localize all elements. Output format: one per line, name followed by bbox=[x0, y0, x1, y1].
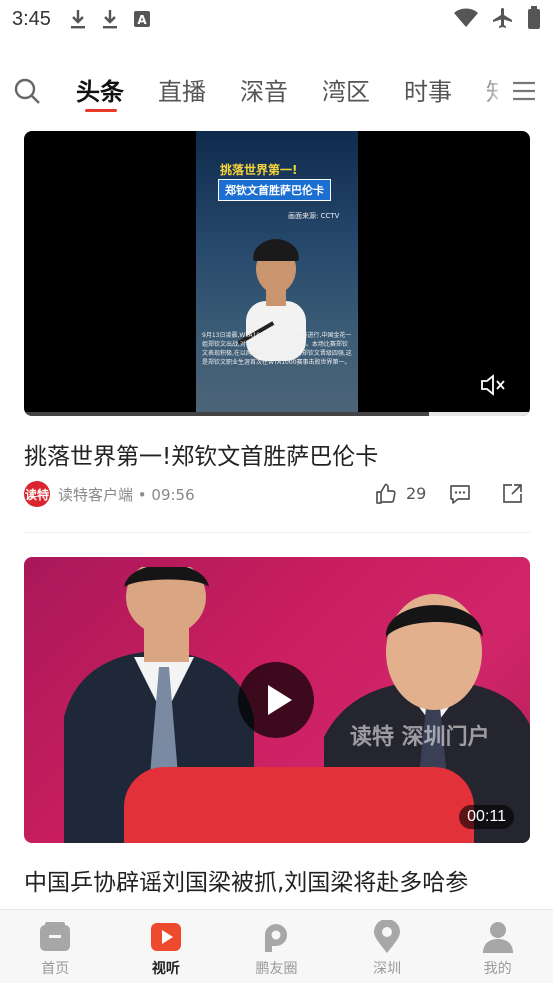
battery-icon bbox=[528, 6, 540, 29]
nav-home[interactable]: 首页 bbox=[0, 910, 111, 983]
overlay-title: 挑落世界第一! bbox=[220, 163, 298, 177]
nav-video[interactable]: 视听 bbox=[111, 910, 222, 983]
video-frame: 挑落世界第一! 郑钦文首胜萨巴伦卡 画面来源: CCTV 9月13日凌晨,WTA… bbox=[196, 131, 358, 412]
nav-mine[interactable]: 我的 bbox=[442, 910, 553, 983]
watermark: 读特 深圳门户 bbox=[350, 725, 490, 750]
jersey-image bbox=[124, 767, 474, 843]
home-icon bbox=[40, 922, 71, 951]
tabs-fade bbox=[477, 68, 507, 114]
svg-text:A: A bbox=[137, 13, 147, 27]
share-icon[interactable] bbox=[500, 482, 524, 506]
wifi-icon bbox=[454, 8, 478, 27]
notification-icons: A bbox=[69, 8, 151, 30]
article-title[interactable]: 中国乒协辟谣刘国梁被抓,刘国梁将赴多哈参 bbox=[24, 863, 468, 897]
channel-bar: 头条 直播 深音 湾区 时事 知 bbox=[0, 68, 553, 114]
feed-divider bbox=[24, 532, 530, 533]
airplane-icon bbox=[493, 8, 512, 28]
video-progress-fill bbox=[24, 412, 429, 416]
tab-deep-sound[interactable]: 深音 bbox=[240, 72, 288, 107]
a-box-icon: A bbox=[133, 11, 150, 27]
nav-label: 首页 bbox=[41, 961, 70, 977]
video-progress-track[interactable] bbox=[24, 412, 530, 416]
comment-icon[interactable] bbox=[448, 482, 472, 506]
friends-circle-icon bbox=[265, 924, 288, 952]
nav-label: 鹏友圈 bbox=[255, 961, 298, 977]
nav-label: 我的 bbox=[483, 961, 512, 977]
nav-shenzhen[interactable]: 深圳 bbox=[332, 910, 443, 983]
tab-bay-area[interactable]: 湾区 bbox=[322, 72, 370, 107]
feed-item-2[interactable]: 读特 深圳门户 00:11 中国乒协辟谣刘国梁被抓,刘国梁将赴多哈参 bbox=[24, 557, 530, 896]
channel-tabs: 头条 直播 深音 湾区 时事 知 bbox=[58, 68, 498, 114]
overlay-subtitle: 郑钦文首胜萨巴伦卡 bbox=[218, 179, 331, 201]
mute-icon[interactable] bbox=[480, 374, 506, 396]
bottom-nav: 首页 视听 鹏友圈 深圳 我的 bbox=[0, 909, 553, 983]
active-tab-indicator bbox=[85, 109, 117, 112]
source-logo: 读特 bbox=[24, 481, 50, 507]
play-icon[interactable] bbox=[238, 662, 314, 738]
location-pin-icon bbox=[374, 920, 401, 953]
video-player[interactable]: 挑落世界第一! 郑钦文首胜萨巴伦卡 画面来源: CCTV 9月13日凌晨,WTA… bbox=[24, 131, 530, 416]
download-icon bbox=[70, 10, 85, 29]
video-play-icon bbox=[150, 923, 181, 951]
nav-label: 深圳 bbox=[373, 961, 402, 977]
video-thumbnail[interactable]: 读特 深圳门户 00:11 bbox=[24, 557, 530, 843]
source-info: 读特客户端 • 09:56 bbox=[58, 486, 195, 504]
menu-icon[interactable] bbox=[511, 78, 537, 104]
nav-friends-circle[interactable]: 鹏友圈 bbox=[221, 910, 332, 983]
article-meta: 读特 读特客户端 • 09:56 29 bbox=[24, 480, 530, 508]
publish-time: 09:56 bbox=[151, 486, 195, 504]
download-icon bbox=[102, 10, 117, 29]
user-icon bbox=[482, 922, 513, 953]
video-duration: 00:11 bbox=[459, 805, 514, 829]
article-title[interactable]: 挑落世界第一!郑钦文首胜萨巴伦卡 bbox=[24, 437, 378, 471]
tab-headlines[interactable]: 头条 bbox=[76, 72, 124, 107]
like-count: 29 bbox=[406, 484, 427, 503]
tab-current-affairs[interactable]: 时事 bbox=[404, 72, 452, 107]
overlay-source: 画面来源: CCTV bbox=[288, 212, 340, 220]
feed-item-1[interactable]: 挑落世界第一! 郑钦文首胜萨巴伦卡 画面来源: CCTV 9月13日凌晨,WTA… bbox=[24, 131, 530, 507]
search-icon[interactable] bbox=[12, 76, 42, 106]
tab-live[interactable]: 直播 bbox=[158, 72, 206, 107]
status-bar: 3:45 A bbox=[0, 0, 553, 38]
source-name: 读特客户端 bbox=[58, 486, 134, 504]
nav-label: 视听 bbox=[151, 961, 180, 977]
system-icons bbox=[453, 6, 541, 30]
thumbs-up-icon[interactable] bbox=[374, 482, 398, 506]
status-time: 3:45 bbox=[12, 7, 51, 30]
overlay-caption: 9月13日凌晨,WTA1000罗马站1/4决赛进行,中国金花一姐郑钦文出战,对手… bbox=[202, 332, 352, 366]
